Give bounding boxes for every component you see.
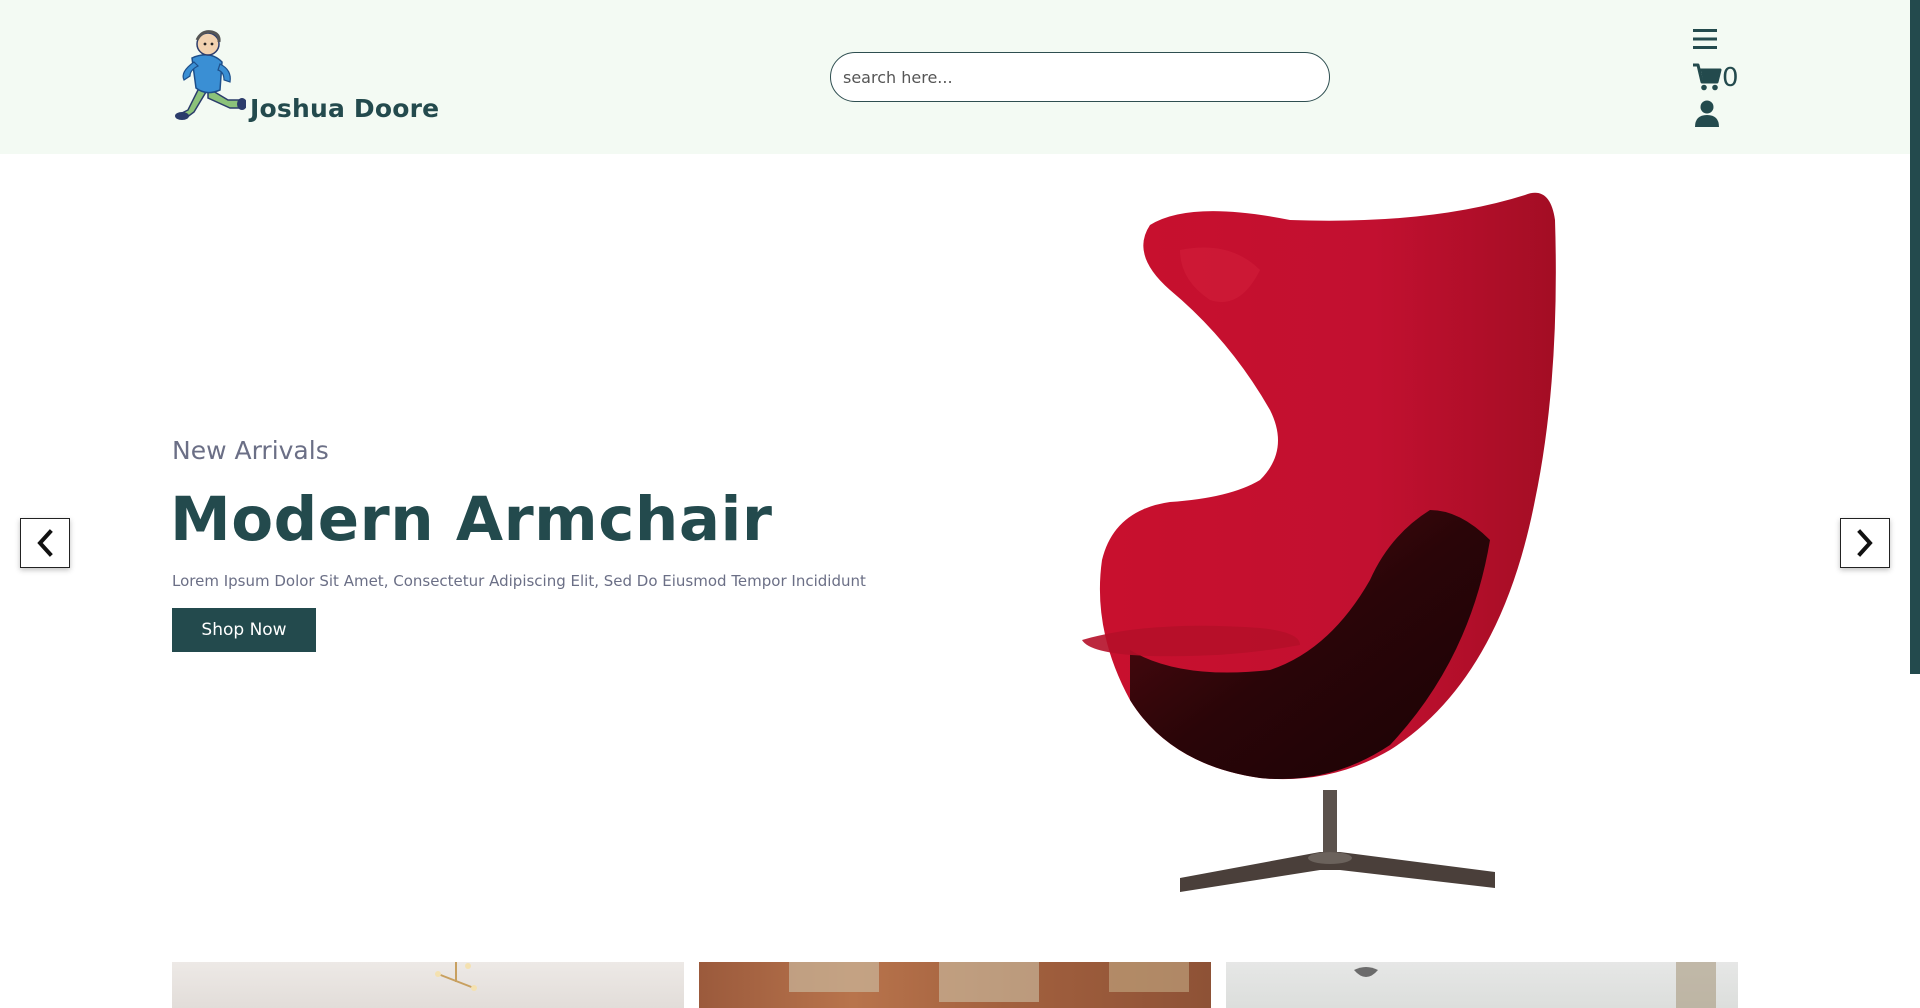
scrollbar-thumb[interactable] [1910,0,1920,674]
cart-count: 0 [1722,63,1739,93]
search-input[interactable] [843,67,1329,87]
cart-button[interactable]: 0 [1692,62,1739,92]
hero-subtitle: New Arrivals [172,436,329,465]
chandelier-decor [435,962,477,991]
chevron-left-icon [37,529,53,557]
category-image-brick-loft[interactable] [699,962,1211,1008]
hamburger-menu-icon[interactable] [1693,28,1719,50]
chevron-right-icon [1857,529,1873,557]
search-bar[interactable] [830,52,1330,102]
user-icon[interactable] [1694,100,1720,128]
hero-title: Modern Armchair [170,484,773,555]
hero-description: Lorem Ipsum Dolor Sit Amet, Consectetur … [172,572,866,590]
loft-windows-decor [789,962,1189,1002]
category-image-dining-room[interactable] [172,962,684,1008]
site-header: Joshua Doore 0 [0,0,1920,154]
walking-man-mascot-icon[interactable] [172,28,246,122]
slider-next-button[interactable] [1840,518,1890,568]
red-armchair-image [1082,192,1556,892]
shop-now-button[interactable]: Shop Now [172,608,316,652]
brand-name[interactable]: Joshua Doore [250,94,439,123]
shopping-cart-icon [1693,63,1722,91]
category-image-white-bedroom[interactable] [1226,962,1738,1008]
slider-prev-button[interactable] [20,518,70,568]
bedroom-decor [1354,962,1716,1008]
